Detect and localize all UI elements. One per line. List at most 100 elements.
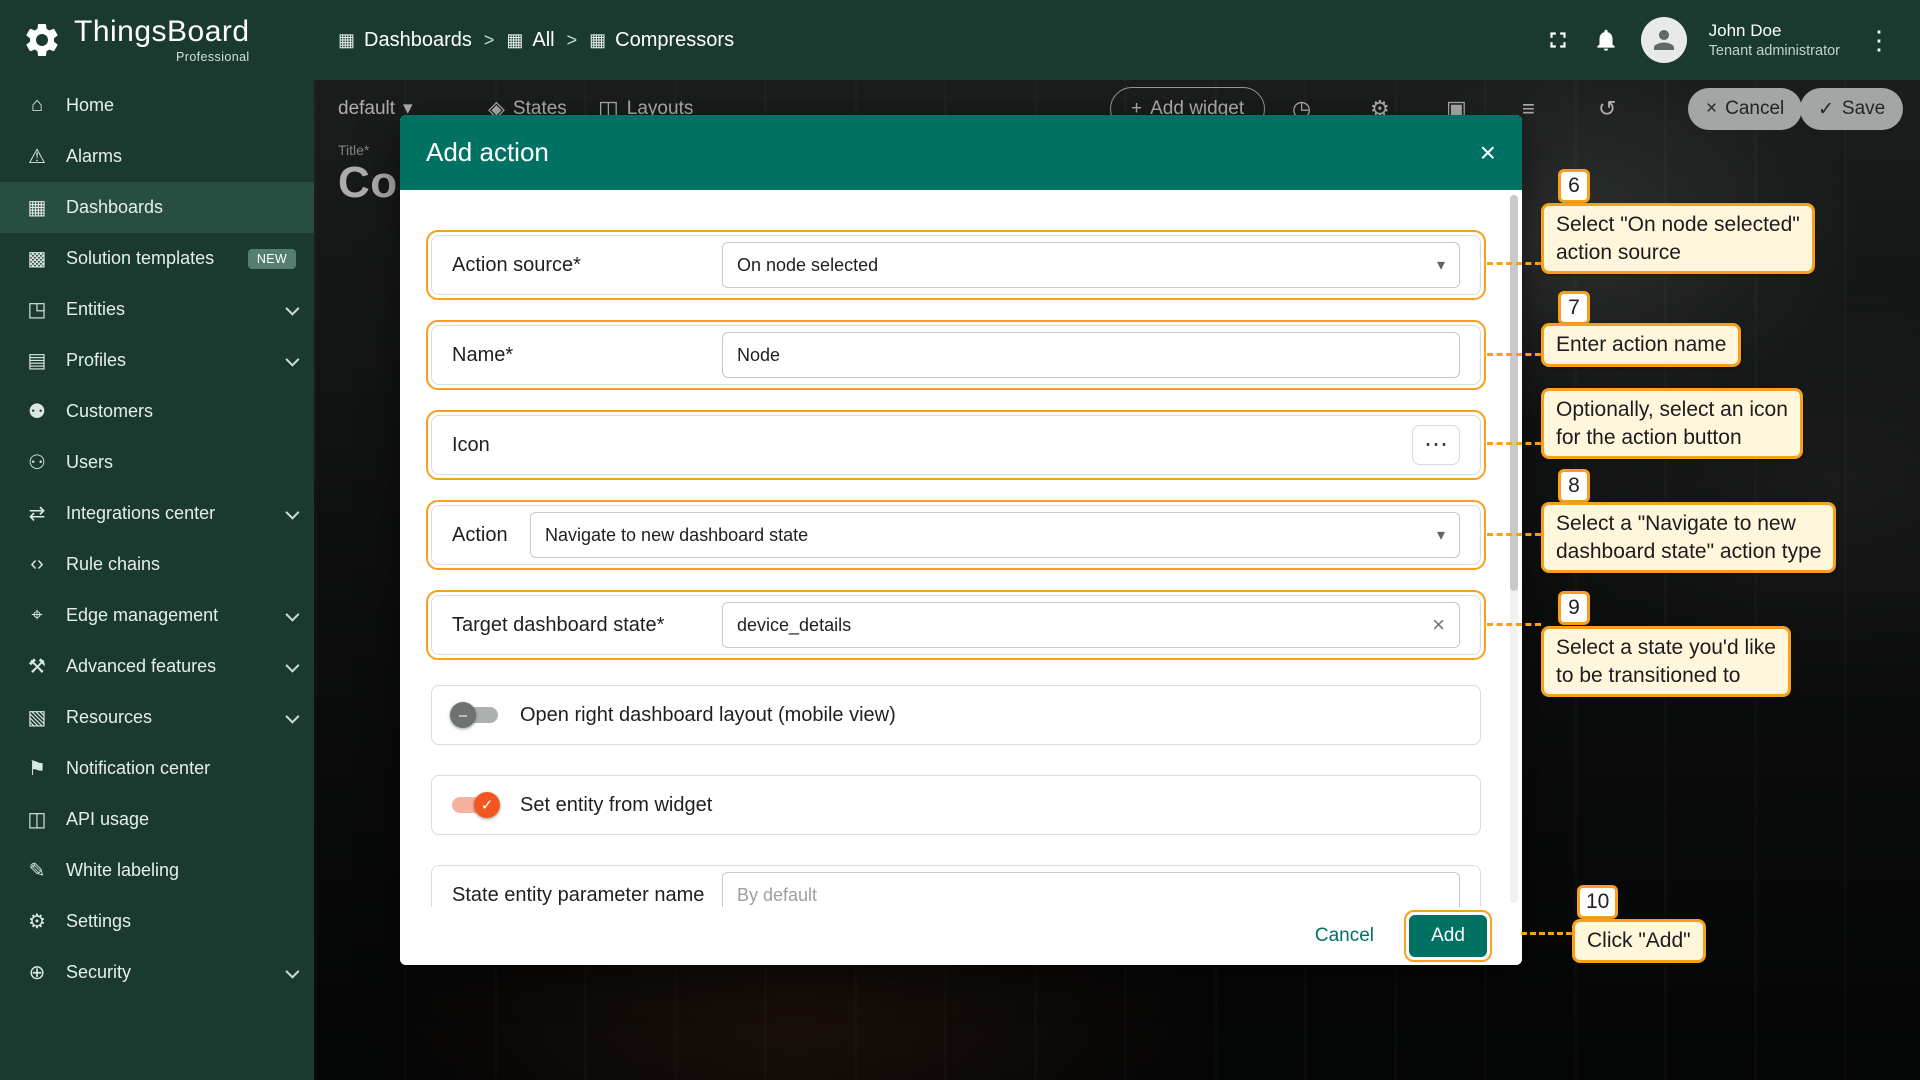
sidebar-item-advanced-features[interactable]: ⚒Advanced features — [0, 641, 314, 692]
callout-number-6: 6 — [1558, 169, 1590, 203]
field-action: Action Navigate to new dashboard state ▾ — [431, 505, 1481, 565]
more-menu-button[interactable]: ⋮ — [1862, 25, 1896, 56]
action-type-select[interactable]: Navigate to new dashboard state ▾ — [530, 512, 1460, 558]
sidebar-item-label: White labeling — [66, 860, 179, 881]
chevron-down-icon: ▾ — [1437, 525, 1445, 545]
notification-center-icon: ⚑ — [24, 756, 50, 781]
sidebar-item-alarms[interactable]: ⚠Alarms — [0, 131, 314, 182]
target-state-label: Target dashboard state* — [452, 614, 722, 637]
resources-icon: ▧ — [24, 705, 50, 730]
chevron-down-icon: ▾ — [1437, 255, 1445, 275]
row-set-entity: ✓ Set entity from widget — [426, 770, 1486, 840]
add-action-dialog: Add action × Action source* On node sele… — [400, 115, 1522, 965]
field-icon-highlight: Icon ⋯ — [426, 410, 1486, 480]
sidebar-item-label: Settings — [66, 911, 131, 932]
dashboards-icon: ▦ — [338, 30, 355, 51]
field-name-highlight: Name* — [426, 320, 1486, 390]
entities-icon: ◳ — [24, 297, 50, 322]
chevron-down-icon — [285, 352, 299, 366]
callout-text-6: Select "On node selected" action source — [1541, 203, 1815, 274]
settings-icon: ⚙ — [24, 909, 50, 934]
sidebar-item-label: API usage — [66, 809, 149, 830]
clear-icon[interactable]: × — [1432, 614, 1445, 636]
connector-action — [1487, 533, 1541, 536]
close-icon[interactable]: × — [1480, 139, 1496, 167]
user-role: Tenant administrator — [1709, 42, 1840, 60]
chevron-down-icon — [285, 607, 299, 621]
action-source-select[interactable]: On node selected ▾ — [722, 242, 1460, 288]
sidebar-item-label: Profiles — [66, 350, 126, 371]
connector-icon — [1487, 442, 1541, 445]
breadcrumb-label: All — [532, 29, 554, 52]
name-label: Name* — [452, 344, 722, 367]
fullscreen-button[interactable] — [1545, 27, 1571, 53]
callout-text-icon: Optionally, select an icon for the actio… — [1541, 388, 1803, 459]
sidebar-item-label: Rule chains — [66, 554, 160, 575]
scrollbar-thumb[interactable] — [1510, 195, 1518, 591]
breadcrumb-dashboards[interactable]: ▦ Dashboards — [338, 29, 472, 52]
dashboards-icon: ▦ — [506, 30, 523, 51]
sidebar-item-label: Notification center — [66, 758, 210, 779]
sidebar-item-profiles[interactable]: ▤Profiles — [0, 335, 314, 386]
sidebar-item-label: Resources — [66, 707, 152, 728]
sidebar-item-home[interactable]: ⌂Home — [0, 80, 314, 131]
target-state-input-box: × — [722, 602, 1460, 648]
callout-text-7: Enter action name — [1541, 323, 1741, 367]
chevron-down-icon — [285, 505, 299, 519]
connector-target-state — [1487, 623, 1541, 626]
breadcrumb-all[interactable]: ▦ All — [506, 29, 554, 52]
thingsboard-logo[interactable]: ThingsBoard Professional — [0, 0, 314, 80]
breadcrumb: ▦ Dashboards > ▦ All > ▦ Compressors — [338, 29, 734, 52]
dialog-add-button[interactable]: Add — [1409, 915, 1487, 957]
name-input[interactable] — [737, 345, 1445, 366]
dashboards-icon: ▦ — [24, 195, 50, 220]
sidebar-item-integrations-center[interactable]: ⇄Integrations center — [0, 488, 314, 539]
avatar[interactable] — [1641, 17, 1687, 63]
sidebar-item-label: Edge management — [66, 605, 218, 626]
user-name: John Doe — [1709, 20, 1840, 41]
logo-subtitle: Professional — [74, 50, 250, 64]
sidebar-item-edge-management[interactable]: ⌖ Edge management — [0, 590, 314, 641]
sidebar-item-settings[interactable]: ⚙ Settings — [0, 896, 314, 947]
users-icon: ⚇ — [24, 450, 50, 475]
breadcrumb-separator: > — [484, 30, 495, 51]
row-mobile-layout: – Open right dashboard layout (mobile vi… — [426, 680, 1486, 750]
white-labeling-icon: ✎ — [24, 858, 50, 883]
sidebar-item-notification-center[interactable]: ⚑ Notification center — [0, 743, 314, 794]
edge-management-icon: ⌖ — [24, 604, 50, 627]
callout-text-9: Select a state you'd like to be transiti… — [1541, 626, 1791, 697]
sidebar-item-users[interactable]: ⚇Users — [0, 437, 314, 488]
target-state-input[interactable] — [737, 615, 1432, 636]
field-target-state: Target dashboard state* × — [431, 595, 1481, 655]
sidebar-item-rule-chains[interactable]: ‹›Rule chains — [0, 539, 314, 590]
sidebar-item-dashboards[interactable]: ▦Dashboards — [0, 182, 314, 233]
sidebar-item-api-usage[interactable]: ◫API usage — [0, 794, 314, 845]
mobile-layout-label: Open right dashboard layout (mobile view… — [520, 704, 896, 727]
breadcrumb-label: Dashboards — [364, 29, 472, 52]
sidebar-item-label: Security — [66, 962, 131, 983]
state-param-input[interactable] — [737, 885, 1445, 906]
sidebar-item-resources[interactable]: ▧ Resources — [0, 692, 314, 743]
sidebar-item-solution-templates[interactable]: ▩Solution templatesNEW — [0, 233, 314, 284]
set-entity-toggle[interactable]: ✓ — [452, 797, 498, 813]
home-icon: ⌂ — [24, 94, 50, 117]
sidebar-item-white-labeling[interactable]: ✎ White labeling — [0, 845, 314, 896]
notifications-button[interactable] — [1593, 27, 1619, 53]
user-icon — [1649, 25, 1679, 55]
sidebar-item-label: Customers — [66, 401, 153, 422]
new-badge: NEW — [248, 249, 296, 269]
sidebar-item-customers[interactable]: ⚉Customers — [0, 386, 314, 437]
sidebar-item-entities[interactable]: ◳Entities — [0, 284, 314, 335]
action-source-value: On node selected — [737, 255, 878, 276]
sidebar-nav: ⌂Home ⚠Alarms ▦Dashboards ▩Solution temp… — [0, 80, 314, 998]
icon-picker-button[interactable]: ⋯ — [1412, 425, 1460, 465]
user-menu[interactable]: John Doe Tenant administrator — [1709, 20, 1840, 59]
dialog-scrollbar[interactable] — [1510, 195, 1518, 903]
name-input-box — [722, 332, 1460, 378]
sidebar-item-security[interactable]: ⊕Security — [0, 947, 314, 998]
mobile-layout-toggle[interactable]: – — [452, 707, 498, 723]
breadcrumb-compressors[interactable]: ▦ Compressors — [589, 29, 734, 52]
dialog-footer: Cancel Add — [400, 907, 1522, 965]
toggle-row-set-entity: ✓ Set entity from widget — [431, 775, 1481, 835]
dialog-cancel-button[interactable]: Cancel — [1315, 925, 1374, 947]
